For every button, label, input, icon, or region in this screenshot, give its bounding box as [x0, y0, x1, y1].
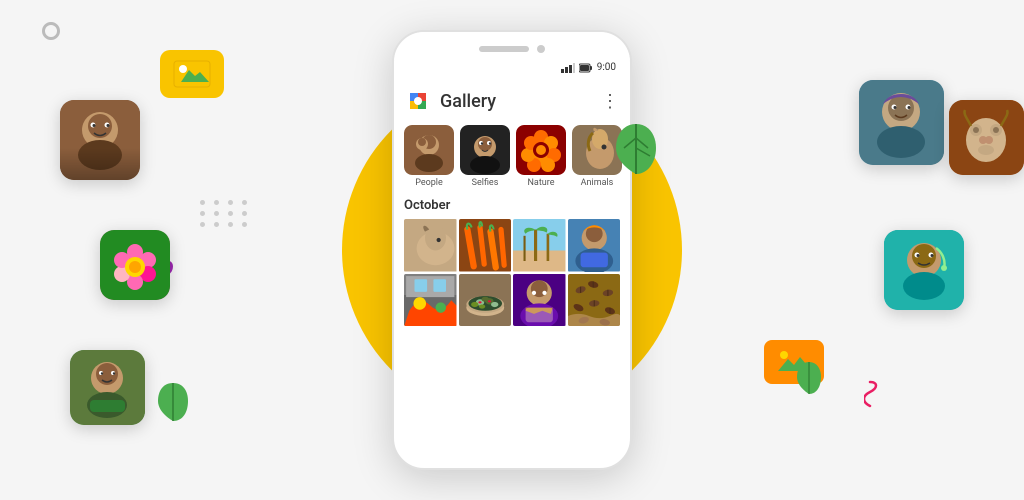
category-thumb-nature: [516, 125, 566, 175]
phone-notch: [394, 32, 630, 60]
float-card-girl: [884, 230, 964, 310]
status-bar: 9:00: [394, 60, 630, 75]
photo-cell-woman-blue[interactable]: [568, 219, 621, 272]
deco-leaf-large: [612, 120, 660, 182]
float-card-person2: [70, 350, 145, 425]
categories-row: People Selfies: [404, 125, 620, 188]
photo-cell-palms[interactable]: [513, 219, 566, 272]
float-card-flower: [100, 230, 170, 300]
section-title-october: October: [404, 198, 620, 213]
app-title-row: Gallery: [404, 87, 496, 115]
category-people[interactable]: People: [404, 125, 454, 188]
deco-dots-pattern: [200, 200, 250, 227]
deco-leaf-right: [794, 360, 824, 400]
category-thumb-selfies: [460, 125, 510, 175]
photo-cell-olives[interactable]: [459, 274, 512, 327]
phone-mockup: 9:00 Gallery ⋮: [392, 30, 632, 470]
deco-leaf-small: [155, 380, 191, 428]
category-nature[interactable]: Nature: [516, 125, 566, 188]
category-thumb-people: [404, 125, 454, 175]
photo-grid: [404, 219, 620, 326]
battery-icon: [579, 63, 593, 73]
app-title: Gallery: [440, 91, 496, 112]
phone-speaker: [479, 46, 529, 52]
photo-cell-mural[interactable]: [404, 274, 457, 327]
deco-circle: [42, 22, 60, 40]
photo-frame-svg: [173, 60, 211, 88]
signal-icon: [561, 63, 575, 73]
category-label-people: People: [415, 178, 443, 188]
photo-cell-carrots[interactable]: [459, 219, 512, 272]
app-header: Gallery ⋮: [404, 81, 620, 125]
category-selfies[interactable]: Selfies: [460, 125, 510, 188]
phone-camera: [537, 45, 545, 53]
category-label-animals: Animals: [581, 178, 614, 188]
deco-squiggle-right: [864, 380, 884, 413]
float-card-animals2: [949, 100, 1024, 175]
photo-cell-coffee-beans[interactable]: [568, 274, 621, 327]
gallery-app-icon: [404, 87, 432, 115]
status-time: 9:00: [597, 62, 616, 73]
category-label-selfies: Selfies: [472, 178, 499, 188]
float-card-elder: [859, 80, 944, 165]
menu-button[interactable]: ⋮: [601, 91, 620, 112]
category-label-nature: Nature: [528, 178, 555, 188]
deco-photo-icon: [160, 50, 224, 98]
phone-content-area: Gallery ⋮ People: [394, 75, 630, 332]
float-card-child: [60, 100, 140, 180]
photo-cell-woman-colorful[interactable]: [513, 274, 566, 327]
photo-cell-horse[interactable]: [404, 219, 457, 272]
